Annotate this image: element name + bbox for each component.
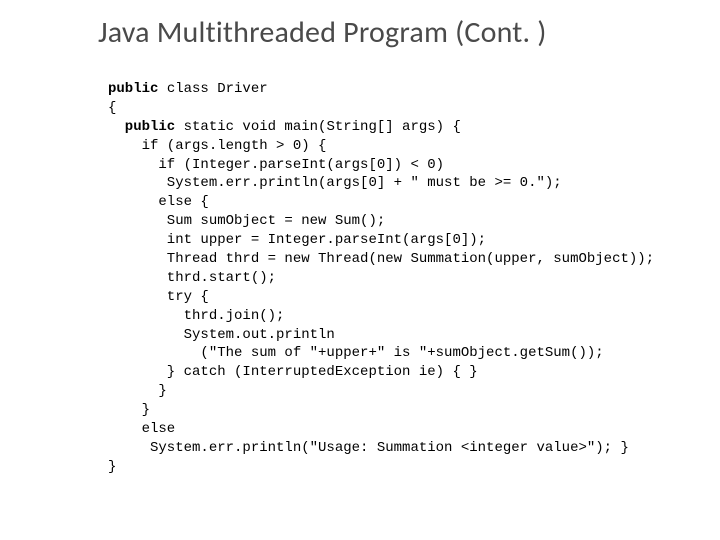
code-line-6: System.err.println(args[0] + " must be >… <box>108 175 562 191</box>
code-line-9: int upper = Integer.parseInt(args[0]); <box>108 232 486 248</box>
code-line-3: static void main(String[] args) { <box>175 119 461 135</box>
code-line-15: ("The sum of "+upper+" is "+sumObject.ge… <box>108 345 604 361</box>
kw-public-2: public <box>108 119 175 135</box>
code-line-13: thrd.join(); <box>108 308 284 324</box>
code-block: public class Driver { public static void… <box>108 80 654 477</box>
code-line-12: try { <box>108 289 209 305</box>
code-line-1: class Driver <box>158 81 267 97</box>
code-line-16: } catch (InterruptedException ie) { } <box>108 364 478 380</box>
code-line-8: Sum sumObject = new Sum(); <box>108 213 385 229</box>
kw-public-1: public <box>108 81 158 97</box>
code-line-17: } <box>108 383 167 399</box>
code-line-18: } <box>108 402 150 418</box>
slide-title: Java Multithreaded Program (Cont. ) <box>98 14 547 51</box>
code-line-2: { <box>108 100 116 116</box>
code-line-7: else { <box>108 194 209 210</box>
code-line-20: System.err.println("Usage: Summation <in… <box>108 440 629 456</box>
code-line-19: else <box>108 421 175 437</box>
code-line-5: if (Integer.parseInt(args[0]) < 0) <box>108 157 444 173</box>
code-line-14: System.out.println <box>108 327 335 343</box>
slide: Java Multithreaded Program (Cont. ) publ… <box>0 0 720 540</box>
code-line-4: if (args.length > 0) { <box>108 138 326 154</box>
code-line-10: Thread thrd = new Thread(new Summation(u… <box>108 251 654 267</box>
code-line-11: thrd.start(); <box>108 270 276 286</box>
code-line-21: } <box>108 459 116 475</box>
